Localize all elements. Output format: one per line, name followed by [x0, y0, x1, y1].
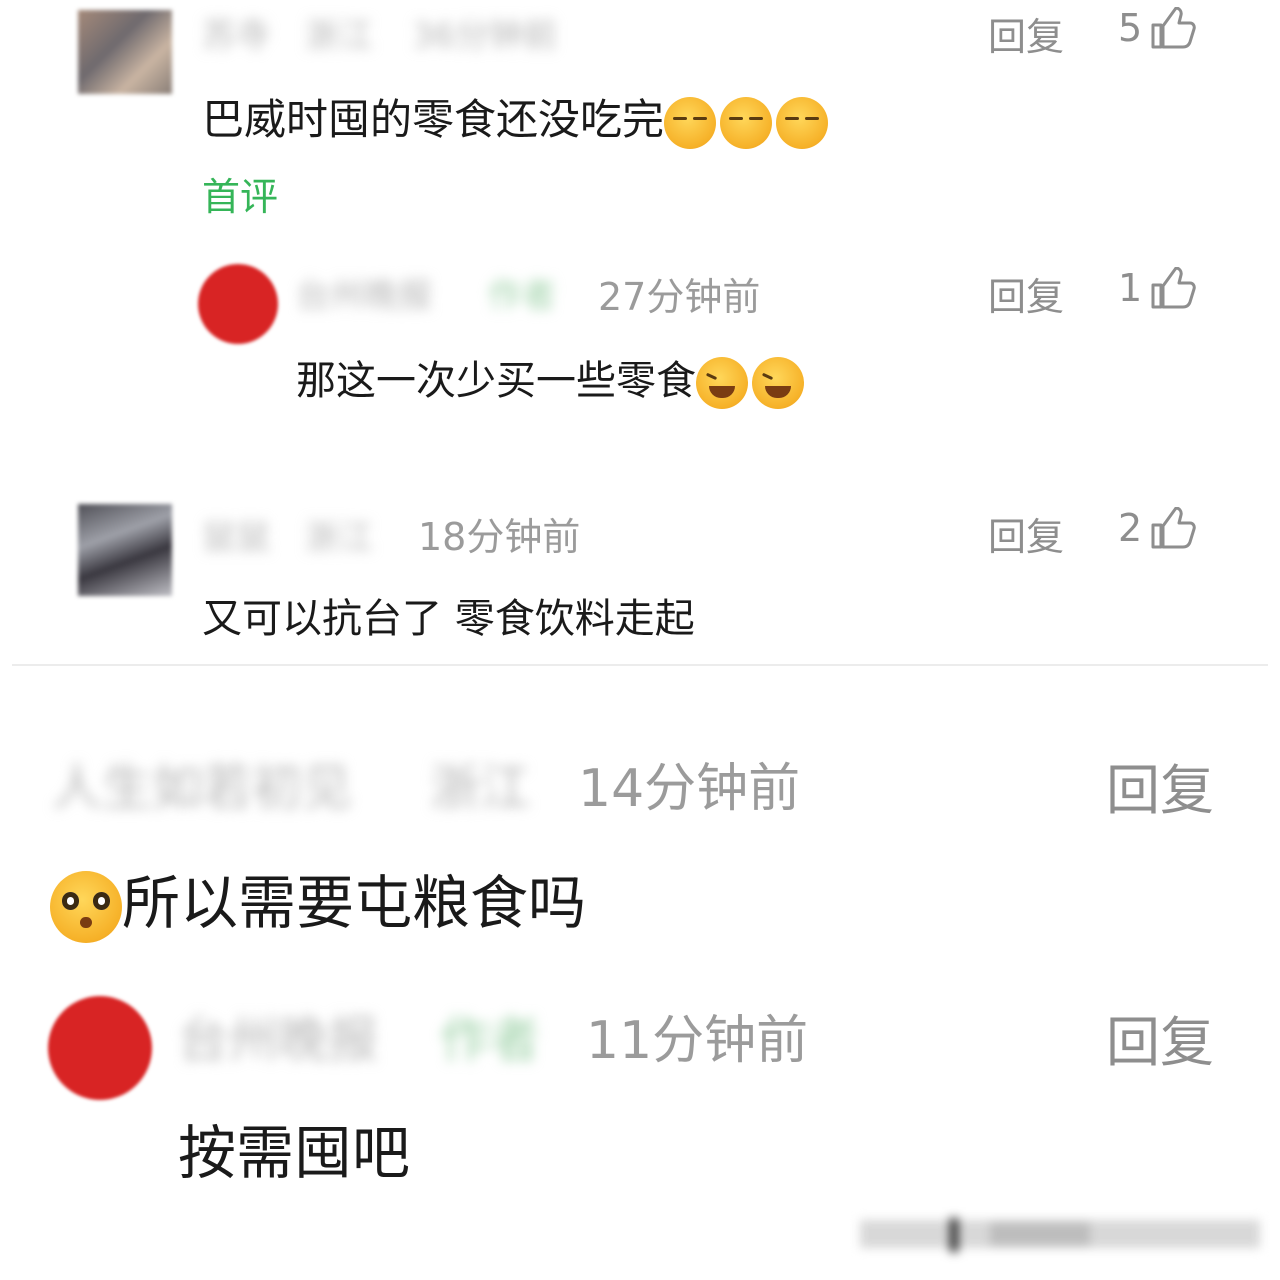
relieved-face-icon: [664, 96, 717, 149]
comment-text: 又可以抗台了 零食饮料走起: [202, 596, 695, 642]
username[interactable]: 人生如若初见: [52, 748, 352, 820]
thumbs-up-icon: [1151, 267, 1196, 309]
reply-button[interactable]: 回复: [988, 266, 1064, 321]
home-indicator: [860, 1218, 1260, 1252]
first-comment-tag: 首评: [202, 175, 279, 219]
avatar[interactable]: [78, 10, 172, 94]
comment-text: 按需囤吧: [178, 1119, 411, 1187]
comment-text: 那这一次少买一些零食: [296, 348, 804, 409]
comment-text: 所以需要屯粮食吗: [50, 856, 586, 943]
timestamp: 36分钟前: [412, 16, 558, 56]
location: 浙江: [305, 16, 373, 56]
author-badge: 作者: [488, 276, 556, 316]
username[interactable]: 苏寺: [202, 8, 270, 57]
relieved-face-icon: [720, 96, 773, 149]
thumbs-up-icon: [1151, 7, 1196, 49]
reply-button[interactable]: 回复: [1106, 746, 1214, 825]
like-button[interactable]: 1: [1118, 266, 1196, 310]
reply-button[interactable]: 回复: [1106, 998, 1214, 1077]
like-count: 1: [1118, 266, 1143, 310]
comment-text: 巴威时囤的零食还没吃完: [202, 86, 829, 149]
timestamp: 27分钟前: [598, 275, 761, 319]
timestamp: 14分钟前: [578, 759, 801, 819]
like-button[interactable]: 5: [1118, 6, 1196, 50]
reply-button[interactable]: 回复: [988, 6, 1064, 61]
tears-of-joy-icon: [752, 357, 804, 409]
like-button[interactable]: 2: [1118, 506, 1196, 550]
author-username[interactable]: 台州晚报: [178, 1000, 378, 1072]
timestamp: 11分钟前: [586, 1011, 809, 1071]
author-username[interactable]: 台州晚报: [296, 268, 432, 317]
author-avatar[interactable]: [198, 264, 278, 344]
section-divider: [12, 664, 1268, 666]
author-avatar[interactable]: [48, 996, 152, 1100]
relieved-face-icon: [776, 96, 829, 149]
pleading-face-icon: [50, 870, 122, 943]
like-count: 2: [1118, 506, 1143, 550]
thumbs-up-icon: [1151, 507, 1196, 549]
username[interactable]: 鼠鼠: [202, 510, 270, 559]
author-badge: 作者: [440, 1011, 540, 1069]
like-count: 5: [1118, 6, 1143, 50]
tears-of-joy-icon: [696, 357, 748, 409]
timestamp: 18分钟前: [418, 515, 581, 559]
avatar[interactable]: [78, 504, 172, 596]
reply-button[interactable]: 回复: [988, 506, 1064, 561]
location: 浙江: [430, 759, 530, 817]
location: 浙江: [305, 518, 373, 558]
